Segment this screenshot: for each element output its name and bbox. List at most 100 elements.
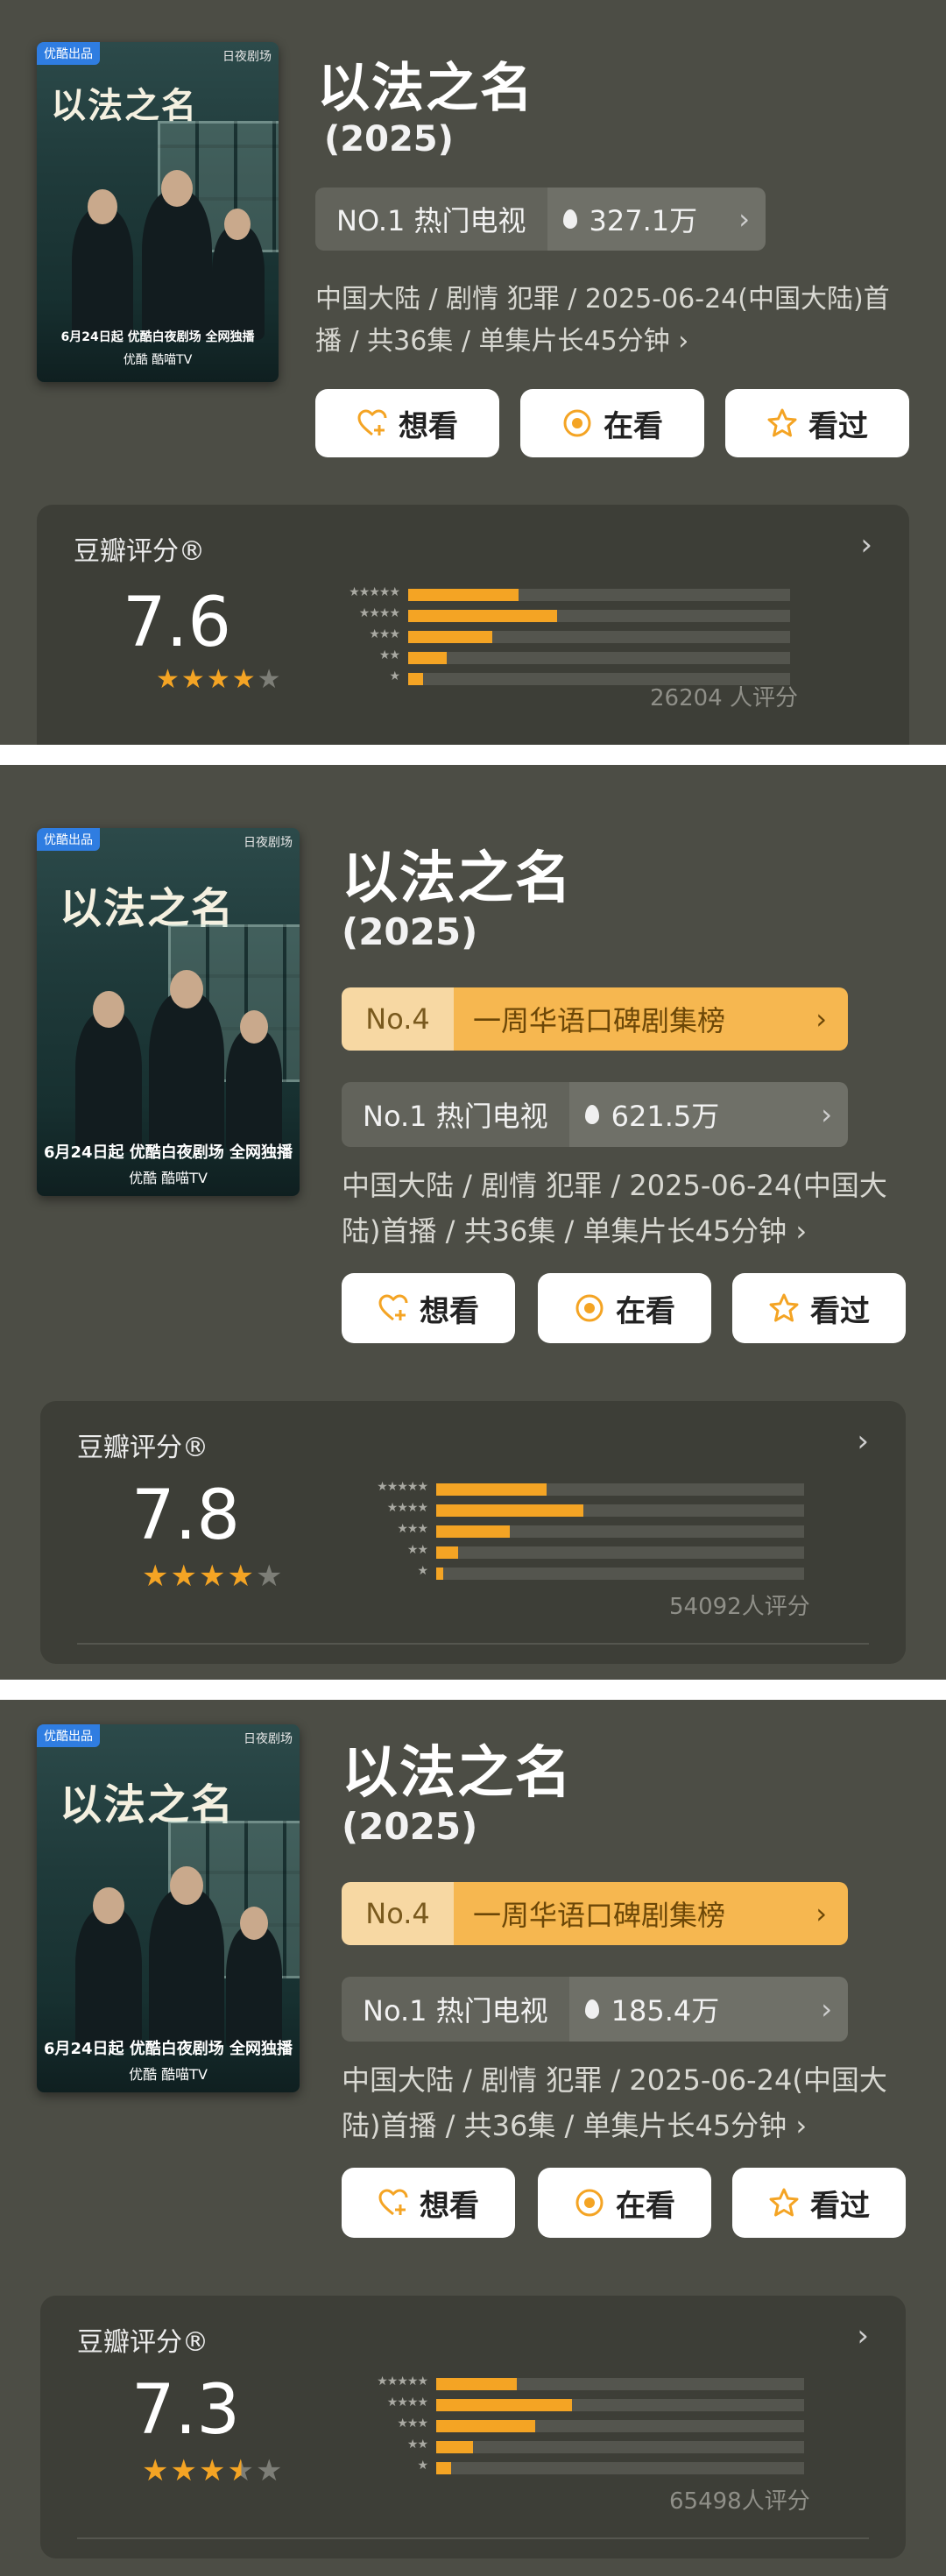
rating-bar-track [436,2441,804,2453]
rating-bar-stars: ★ [389,669,400,683]
poster-figure [212,226,265,340]
star-filled-icon: ★ [198,1559,228,1594]
poster-image[interactable]: 优酷出品 日夜剧场 以法之名 6月24日起 优酷白夜剧场 全网独播 优酷 酷喵T… [37,828,300,1196]
poster-face [93,991,124,1028]
poster-publisher: 日夜剧场 [244,1732,293,1746]
hot-tv-value-box: 621.5万 › [568,1082,848,1147]
watched-button[interactable]: 看过 [732,2168,906,2238]
want-to-watch-button[interactable]: 想看 [342,2168,515,2238]
rating-bar-stars: ★★★ [397,1522,428,1536]
watched-button[interactable]: 看过 [732,1273,906,1343]
star-outline-icon [769,2188,799,2217]
douban-rating-label: 豆瓣评分® [74,536,205,567]
heart-plus-icon [378,2189,408,2216]
want-to-watch-button[interactable]: 想看 [342,1273,515,1343]
rating-bar-track [436,1568,804,1580]
poster-dateline: 6月24日起 优酷白夜剧场 全网独播 [43,1143,293,1162]
flame-icon [584,1999,599,2019]
rating-bar-stars: ★★★★★ [377,2374,428,2388]
hot-tv-chip[interactable]: No.1 热门电视 621.5万 › [342,1082,848,1147]
rating-bar-row: ★★★ [397,2417,804,2432]
show-year: (2025) [342,910,478,953]
chevron-right-icon: › [857,1424,869,1459]
rating-bar-stars: ★★ [406,1543,428,1557]
rating-bar-fill [436,1525,510,1538]
rating-bar-fill [436,2420,536,2432]
rating-bar-fill [436,1483,547,1496]
poster-face [170,970,203,1008]
star-filled-icon: ★ [180,664,207,695]
show-title: 以法之名 [317,58,534,119]
show-meta[interactable]: 中国大陆 / 剧情 犯罪 / 2025-06-24(中国大陆)首播 / 共36集… [315,279,911,363]
weekly-chart-rank-chip[interactable]: No.4 一周华语口碑剧集榜 › [342,987,848,1051]
poster-figure [75,1908,142,2049]
star-filled-icon: ★ [198,2453,228,2488]
rating-bar-stars: ★★★★ [358,606,400,620]
show-title: 以法之名 [342,1741,573,1806]
rating-count: 65498人评分 [669,2488,810,2515]
poster-figure [149,1889,224,2049]
show-meta[interactable]: 中国大陆 / 剧情 犯罪 / 2025-06-24(中国大陆)首播 / 共36集… [342,1163,911,1254]
show-title: 以法之名 [342,846,573,911]
weekly-chart-rank-chip[interactable]: No.4 一周华语口碑剧集榜 › [342,1882,848,1945]
rank-number: No.4 [342,987,454,1051]
watching-button[interactable]: 在看 [520,389,704,457]
star-filled-icon: ★ [170,1559,199,1594]
rating-bar-row: ★★★★ [387,1501,804,1517]
rating-bar-track [436,1546,804,1559]
rating-bar-fill [436,1504,583,1517]
hot-tv-label: NO.1 热门电视 [315,188,547,251]
douban-rating-card[interactable]: 豆瓣评分® › 7.3 ★★★★★ ★★★★★ ★★★★ ★★★ ★★ ★ 65498人… [40,2296,906,2558]
poster-figure [72,209,133,340]
chevron-right-icon: › [860,527,872,563]
detail-panel-1: 优酷出品 日夜剧场 以法之名 6月24日起 优酷白夜剧场 全网独播 优酷 酷喵T… [0,0,946,745]
star-filled-icon: ★ [170,2453,199,2488]
poster-image[interactable]: 优酷出品 日夜剧场 以法之名 6月24日起 优酷白夜剧场 全网独播 优酷 酷喵T… [37,42,279,382]
chevron-right-icon: › [738,202,750,236]
poster-face [170,1866,203,1905]
show-meta[interactable]: 中国大陆 / 剧情 犯罪 / 2025-06-24(中国大陆)首播 / 共36集… [342,2057,911,2148]
rating-bar-stars: ★ [417,1564,428,1578]
poster-platforms: 优酷 酷喵TV [129,2066,208,2083]
watching-button[interactable]: 在看 [538,1273,711,1343]
circle-dot-icon [563,409,591,437]
poster-figure [142,191,212,340]
douban-rating-label: 豆瓣评分® [77,1433,208,1463]
rating-bar-stars: ★★★★★ [349,585,400,599]
rating-bar-fill [436,1568,444,1580]
douban-rating-card[interactable]: 豆瓣评分® › 7.6 ★★★★★ ★★★★★ ★★★★ ★★★ ★★ ★ 26204 … [37,505,909,745]
rating-bar-fill [436,2462,451,2474]
rating-bar-fill [436,2441,473,2453]
divider [77,1643,869,1645]
watched-button[interactable]: 看过 [725,389,909,457]
want-to-watch-button[interactable]: 想看 [315,389,499,457]
rank-name-box: 一周华语口碑剧集榜 › [454,1882,848,1945]
poster-image[interactable]: 优酷出品 日夜剧场 以法之名 6月24日起 优酷白夜剧场 全网独播 优酷 酷喵T… [37,1724,300,2092]
detail-panel-3: 优酷出品 日夜剧场 以法之名 6月24日起 优酷白夜剧场 全网独播 优酷 酷喵T… [0,1700,946,2576]
hot-tv-label: No.1 热门电视 [342,1082,569,1147]
star-outline-icon [767,408,797,437]
show-year: (2025) [324,119,454,159]
watching-label: 在看 [616,1293,675,1329]
rating-bar-track [436,2462,804,2474]
rating-bar-fill [436,1546,459,1559]
poster-publisher: 日夜剧场 [244,836,293,850]
poster-dateline: 6月24日起 优酷白夜剧场 全网独播 [43,2040,293,2058]
poster-face [161,170,193,207]
star-filled-icon: ★ [231,664,258,695]
poster-face [224,209,251,240]
watching-button[interactable]: 在看 [538,2168,711,2238]
hot-tv-chip[interactable]: No.1 热门电视 185.4万 › [342,1977,848,2042]
poster-platforms: 优酷 酷喵TV [123,353,193,367]
rating-bar-fill [408,631,492,643]
douban-rating-card[interactable]: 豆瓣评分® › 7.8 ★★★★★ ★★★★★ ★★★★ ★★★ ★★ ★ 54092人… [40,1401,906,1664]
rank-name: 一周华语口碑剧集榜 [473,1899,726,1932]
rank-name-box: 一周华语口碑剧集榜 › [454,987,848,1051]
rating-stars: ★★★★★ [142,2453,284,2488]
rating-bar-fill [408,652,447,664]
douban-rating-label: 豆瓣评分® [77,2327,208,2358]
rating-bar-fill [436,2399,573,2411]
hot-tv-chip[interactable]: NO.1 热门电视 327.1万 › [315,188,766,251]
hot-tv-value: 327.1万 [589,204,698,237]
hot-tv-value: 185.4万 [611,1994,720,2028]
